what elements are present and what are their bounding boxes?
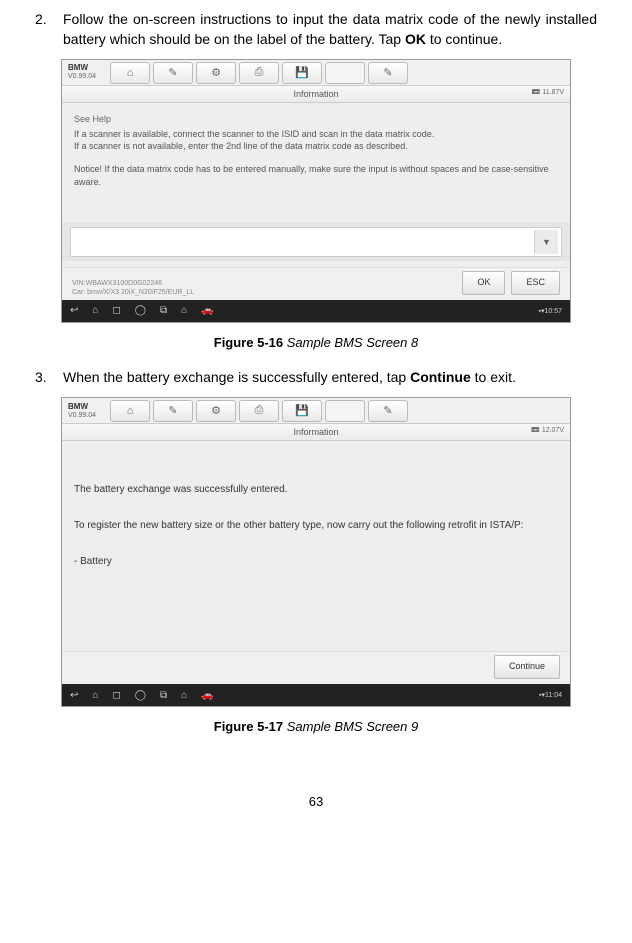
nav-home-icon[interactable]: ⌂: [92, 305, 98, 316]
input-row: ▼: [70, 227, 562, 257]
back-icon[interactable]: ↩: [70, 305, 78, 316]
instruction-msg: To register the new battery size or the …: [74, 517, 558, 535]
ok-button[interactable]: OK: [462, 271, 505, 295]
dropdown-icon[interactable]: ▼: [534, 230, 558, 254]
retrofit-item: - Battery: [74, 553, 558, 571]
recent-icon[interactable]: ◻: [112, 305, 120, 316]
step-text-part1: Follow the on-screen instructions to inp…: [63, 11, 597, 47]
car-text: Car: bmw/X/X3 20iX_N20/F25/EUR_LL: [72, 288, 462, 297]
save-icon[interactable]: 💾: [282, 62, 322, 84]
chrome-icon[interactable]: ◯: [135, 305, 146, 316]
content-area: The battery exchange was successfully en…: [62, 441, 570, 651]
voltage-badge: 📼 12.07V: [531, 426, 564, 434]
help-line-2: If a scanner is not available, enter the…: [74, 140, 558, 153]
voltage-value: 11.87V: [542, 89, 564, 96]
info-title: Information: [293, 427, 338, 437]
edit-icon[interactable]: ✎: [368, 400, 408, 422]
edit-icon[interactable]: ✎: [368, 62, 408, 84]
bottom-nav: ↩ ⌂ ◻ ◯ ⧉ ⌂ 🚗 ▪▾11:04: [62, 684, 570, 706]
success-msg: The battery exchange was successfully en…: [74, 481, 558, 499]
toolbar: ⌂ ✎ ⚙ ⎙ 💾 ✎: [110, 62, 570, 84]
toolbar: ⌂ ✎ ⚙ ⎙ 💾 ✎: [110, 400, 570, 422]
brand-version: V0.99.04: [68, 412, 96, 420]
shop-icon[interactable]: ⌂: [181, 305, 187, 316]
step-3: 3. When the battery exchange is successf…: [35, 368, 597, 388]
info-bar: Information 📼 11.87V: [62, 86, 570, 103]
step-text: Follow the on-screen instructions to inp…: [63, 10, 597, 49]
vin-text: VIN:WBAWX3100D0G02246: [72, 279, 462, 288]
step-text-bold: OK: [405, 31, 426, 47]
figure-caption-1: Figure 5-16 Sample BMS Screen 8: [35, 335, 597, 350]
nav-time: ▪▾11:04: [539, 691, 562, 699]
info-bar: Information 📼 12.07V: [62, 424, 570, 441]
step-text-part2: to continue.: [426, 31, 502, 47]
figure-caption-2: Figure 5-17 Sample BMS Screen 9: [35, 719, 597, 734]
step-number: 3.: [35, 368, 63, 388]
tool-icon[interactable]: ✎: [153, 400, 193, 422]
recent-icon[interactable]: ◻: [112, 690, 120, 701]
blank-btn[interactable]: [325, 62, 365, 84]
step-text: When the battery exchange is successfull…: [63, 368, 597, 388]
esc-button[interactable]: ESC: [511, 271, 560, 295]
step-text-bold: Continue: [410, 369, 471, 385]
vin-bar: VIN:WBAWX3100D0G02246 Car: bmw/X/X3 20iX…: [62, 267, 570, 300]
vin-bar: Continue: [62, 651, 570, 684]
tool-icon[interactable]: ✎: [153, 62, 193, 84]
brand-box: BMW V0.99.04: [62, 401, 102, 421]
fig-label: Figure 5-17: [214, 719, 283, 734]
app-header: BMW V0.99.04 ⌂ ✎ ⚙ ⎙ 💾 ✎: [62, 398, 570, 424]
print-icon[interactable]: ⎙: [239, 62, 279, 84]
see-help-label: See Help: [74, 113, 558, 126]
car-icon[interactable]: 🚗: [201, 305, 213, 316]
brand-name: BMW: [68, 64, 96, 73]
screenshot-bms-8: BMW V0.99.04 ⌂ ✎ ⚙ ⎙ 💾 ✎ Information 📼 1…: [61, 59, 571, 323]
bottom-nav: ↩ ⌂ ◻ ◯ ⧉ ⌂ 🚗 ▪▾10:57: [62, 300, 570, 322]
device-icon[interactable]: ⧉: [160, 690, 167, 701]
info-title: Information: [293, 89, 338, 99]
fig-title: Sample BMS Screen 9: [283, 719, 418, 734]
brand-name: BMW: [68, 403, 96, 412]
content-area: See Help If a scanner is available, conn…: [62, 103, 570, 223]
notice-text: Notice! If the data matrix code has to b…: [74, 163, 558, 188]
step-2: 2. Follow the on-screen instructions to …: [35, 10, 597, 49]
car-icon[interactable]: 🚗: [201, 690, 213, 701]
chrome-icon[interactable]: ◯: [135, 690, 146, 701]
print-icon[interactable]: ⎙: [239, 400, 279, 422]
matrix-code-input[interactable]: [71, 237, 531, 247]
fig-title: Sample BMS Screen 8: [283, 335, 418, 350]
help-line-1: If a scanner is available, connect the s…: [74, 128, 558, 141]
step-text-part2: to exit.: [471, 369, 516, 385]
shop-icon[interactable]: ⌂: [181, 690, 187, 701]
save-icon[interactable]: 💾: [282, 400, 322, 422]
home-icon[interactable]: ⌂: [110, 400, 150, 422]
settings-icon[interactable]: ⚙: [196, 62, 236, 84]
voltage-badge: 📼 11.87V: [532, 88, 564, 96]
blank-btn[interactable]: [325, 400, 365, 422]
nav-home-icon[interactable]: ⌂: [92, 690, 98, 701]
step-text-part1: When the battery exchange is successfull…: [63, 369, 410, 385]
back-icon[interactable]: ↩: [70, 690, 78, 701]
device-icon[interactable]: ⧉: [160, 305, 167, 316]
brand-box: BMW V0.99.04: [62, 62, 102, 82]
page-number: 63: [35, 794, 597, 809]
home-icon[interactable]: ⌂: [110, 62, 150, 84]
voltage-value: 12.07V: [542, 427, 564, 434]
continue-button[interactable]: Continue: [494, 655, 560, 679]
settings-icon[interactable]: ⚙: [196, 400, 236, 422]
nav-time: ▪▾10:57: [538, 307, 562, 315]
step-number: 2.: [35, 10, 63, 49]
screenshot-bms-9: BMW V0.99.04 ⌂ ✎ ⚙ ⎙ 💾 ✎ Information 📼 1…: [61, 397, 571, 707]
fig-label: Figure 5-16: [214, 335, 283, 350]
app-header: BMW V0.99.04 ⌂ ✎ ⚙ ⎙ 💾 ✎: [62, 60, 570, 86]
brand-version: V0.99.04: [68, 73, 96, 81]
